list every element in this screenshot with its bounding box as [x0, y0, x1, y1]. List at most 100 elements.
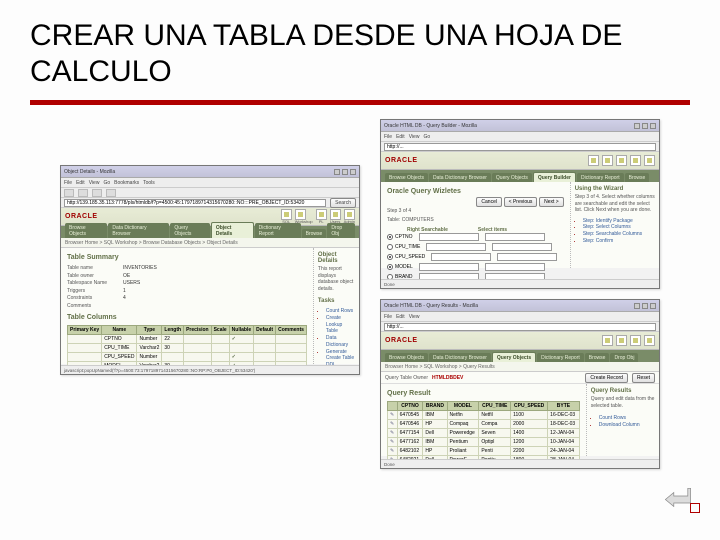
window-controls[interactable] — [634, 123, 656, 129]
reset-button[interactable]: Reset — [632, 373, 655, 383]
main-tabs[interactable]: Browse Objects Data Dictionary Browser Q… — [61, 226, 359, 238]
main-tabs[interactable]: Browse Objects Data Dictionary Browser Q… — [381, 350, 659, 362]
next-button[interactable]: Next > — [539, 197, 564, 207]
admin-icon[interactable] — [344, 209, 355, 220]
tab-browse[interactable]: Browse — [302, 229, 327, 238]
plsql-icon[interactable] — [316, 209, 327, 220]
sql-icon[interactable] — [281, 209, 292, 220]
browser-menubar[interactable]: File Edit View Go Bookmarks Tools — [61, 178, 359, 188]
radio-icon[interactable] — [387, 234, 393, 240]
select-input[interactable] — [419, 233, 479, 241]
main-tabs[interactable]: Browse Objects Data Dictionary Browser Q… — [381, 170, 659, 182]
column-option-row[interactable]: CPU_SPEED — [387, 253, 564, 261]
address-bar[interactable]: Search — [61, 198, 359, 208]
address-input[interactable] — [64, 199, 326, 207]
nav-icon[interactable] — [616, 155, 627, 166]
results-links[interactable]: Count Rows Download Column — [591, 415, 655, 429]
previous-button[interactable]: < Previous — [504, 197, 538, 207]
task-item[interactable]: Data Dictionary — [326, 335, 355, 349]
maximize-icon[interactable] — [642, 123, 648, 129]
edit-row-icon[interactable]: ✎ — [390, 448, 394, 454]
table-row[interactable]: ✎6470545IBMNetfinNetfil110016-DEC-03 — [388, 411, 580, 420]
menu-bookmarks[interactable]: Bookmarks — [114, 180, 139, 186]
users-icon[interactable] — [330, 209, 341, 220]
browser-menubar[interactable]: FileEditView — [381, 312, 659, 322]
column-option-row[interactable]: MODEL — [387, 263, 564, 271]
wizard-help-text: Step 3 of 4. Select whether columns are … — [575, 194, 655, 214]
tab-browse-objects[interactable]: Browse Objects — [65, 223, 107, 238]
select-input[interactable] — [419, 263, 479, 271]
nav-icon-cluster[interactable] — [588, 155, 655, 166]
select-input[interactable] — [497, 253, 557, 261]
menu-go[interactable]: Go — [103, 180, 110, 186]
table-row[interactable]: ✎6477162IBMPentiumOptipl120010-JAN-04 — [388, 438, 580, 447]
select-input[interactable] — [492, 243, 552, 251]
maximize-icon[interactable] — [342, 169, 348, 175]
close-icon[interactable] — [650, 303, 656, 309]
menu-view[interactable]: View — [89, 180, 100, 186]
tab-object-details[interactable]: Object Details — [211, 222, 254, 238]
nav-icon[interactable] — [616, 335, 627, 346]
nav-icon-cluster[interactable]: SQL Workshop PL Users Admin — [281, 209, 355, 224]
edit-row-icon[interactable]: ✎ — [390, 439, 394, 445]
column-option-row[interactable]: CPTNO — [387, 233, 564, 241]
forward-icon[interactable] — [78, 189, 88, 197]
create-record-button[interactable]: Create Record — [585, 373, 628, 383]
edit-row-icon[interactable]: ✎ — [390, 430, 394, 436]
address-input[interactable] — [384, 143, 656, 151]
owner-bar[interactable]: Query Table Owner HTMLDBDEV Create Recor… — [381, 372, 659, 384]
select-input[interactable] — [485, 233, 545, 241]
return-arrow-icon[interactable] — [664, 485, 692, 507]
close-icon[interactable] — [350, 169, 356, 175]
select-input[interactable] — [431, 253, 491, 261]
edit-row-icon[interactable]: ✎ — [390, 421, 394, 427]
reload-icon[interactable] — [92, 189, 102, 197]
download-link[interactable]: Download Column — [599, 422, 640, 428]
workshop-icon[interactable] — [295, 209, 306, 220]
column-option-row[interactable]: CPU_TIME — [387, 243, 564, 251]
address-bar[interactable] — [381, 142, 659, 152]
select-input[interactable] — [485, 263, 545, 271]
menu-tools[interactable]: Tools — [143, 180, 155, 186]
nav-icon[interactable] — [602, 155, 613, 166]
radio-icon[interactable] — [387, 244, 393, 250]
nav-icon[interactable] — [644, 335, 655, 346]
menu-file[interactable]: File — [64, 180, 72, 186]
tab-dictionary-report[interactable]: Dictionary Report — [255, 223, 301, 238]
maximize-icon[interactable] — [642, 303, 648, 309]
radio-icon[interactable] — [387, 264, 393, 270]
table-row[interactable]: ✎6482102HPProliantPenti220024-JAN-04 — [388, 447, 580, 456]
address-input[interactable] — [384, 323, 656, 331]
table-row[interactable]: ✎6470546HPCompaqCompa200018-DEC-03 — [388, 420, 580, 429]
task-item[interactable]: Create Lookup Table — [326, 315, 355, 335]
address-bar[interactable] — [381, 322, 659, 332]
tab-drop[interactable]: Drop Obj — [327, 223, 355, 238]
nav-icon[interactable] — [588, 155, 599, 166]
window-controls[interactable] — [334, 169, 356, 175]
tab-data-dictionary[interactable]: Data Dictionary Browser — [108, 223, 169, 238]
search-button[interactable]: Search — [330, 198, 356, 208]
minimize-icon[interactable] — [634, 123, 640, 129]
nav-icon[interactable] — [630, 155, 641, 166]
stop-icon[interactable] — [106, 189, 116, 197]
table-row[interactable]: ✎6477154DellPoweredgeSeven140012-JAN-04 — [388, 429, 580, 438]
radio-icon[interactable] — [387, 254, 393, 260]
count-rows-link[interactable]: Count Rows — [599, 415, 626, 421]
nav-icon-cluster[interactable] — [602, 335, 655, 346]
cancel-button[interactable]: Cancel — [476, 197, 502, 207]
nav-icon[interactable] — [644, 155, 655, 166]
back-icon[interactable] — [64, 189, 74, 197]
browser-menubar[interactable]: FileEditViewGo — [381, 132, 659, 142]
window-controls[interactable] — [634, 303, 656, 309]
minimize-icon[interactable] — [634, 303, 640, 309]
nav-icon[interactable] — [630, 335, 641, 346]
nav-icon[interactable] — [602, 335, 613, 346]
select-input[interactable] — [426, 243, 486, 251]
task-item[interactable]: Count Rows — [326, 308, 355, 315]
minimize-icon[interactable] — [334, 169, 340, 175]
close-icon[interactable] — [650, 123, 656, 129]
tab-query-objects[interactable]: Query Objects — [170, 223, 209, 238]
edit-row-icon[interactable]: ✎ — [390, 412, 394, 418]
menu-edit[interactable]: Edit — [76, 180, 85, 186]
browser-toolbar[interactable] — [61, 188, 359, 198]
